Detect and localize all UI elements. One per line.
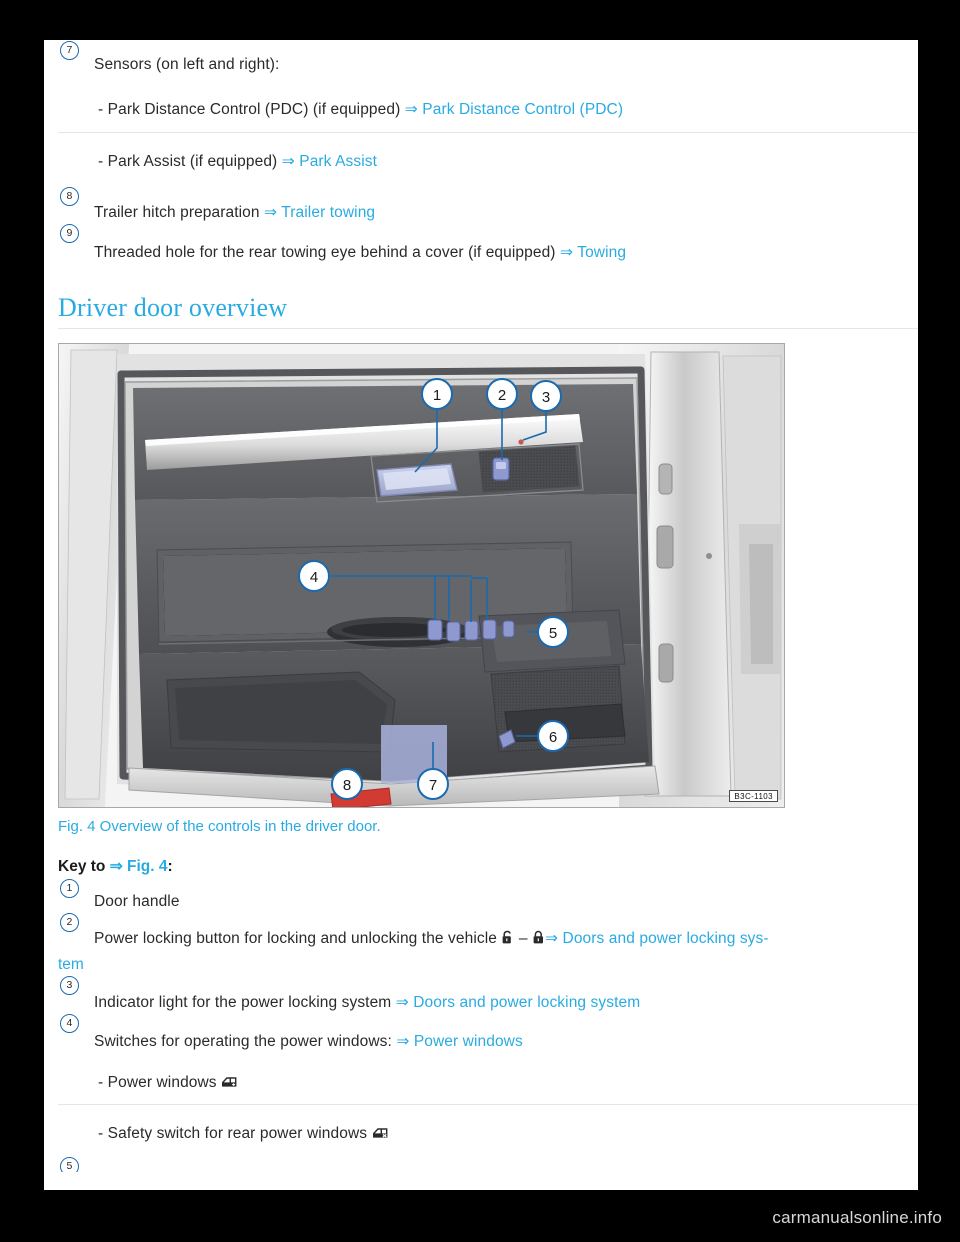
callout-badge-5: 5 bbox=[60, 1157, 79, 1172]
link-doors-power-locking-system-3[interactable]: Doors and power locking system bbox=[413, 994, 640, 1011]
link-park-distance-control[interactable]: Park Distance Control (PDC) bbox=[422, 101, 623, 118]
list-item-9: 9 Threaded hole for the rear towing eye … bbox=[58, 223, 918, 263]
sub-item-power-windows-label: - Power windows bbox=[98, 1074, 217, 1091]
callout-badge-7: 7 bbox=[60, 41, 79, 60]
figure-caption: Fig. 4 Overview of the controls in the d… bbox=[58, 818, 381, 835]
list-item-9-label: Threaded hole for the rear towing eye be… bbox=[94, 244, 556, 261]
key-item-1-label: Door handle bbox=[94, 893, 180, 910]
power-window-icon bbox=[221, 1074, 238, 1089]
sub-item-pdc: - Park Distance Control (PDC) (if equipp… bbox=[58, 75, 918, 132]
arrow-icon: ⇒ bbox=[395, 994, 409, 1011]
key-item-2: 2 Power locking button for locking and u… bbox=[58, 912, 918, 949]
sub-item-park-assist-label: - Park Assist (if equipped) bbox=[98, 153, 278, 170]
link-towing[interactable]: Towing bbox=[577, 244, 626, 261]
arrow-icon: ⇒ bbox=[396, 1033, 410, 1050]
key-to-heading: Key to ⇒ Fig. 4: bbox=[58, 839, 918, 878]
link-power-windows[interactable]: Power windows bbox=[414, 1033, 523, 1050]
key-item-3: 3 Indicator light for the power locking … bbox=[58, 975, 918, 1013]
watermark: carmanualsonline.info bbox=[772, 1208, 942, 1227]
link-fig-4[interactable]: Fig. 4 bbox=[127, 858, 167, 875]
arrow-icon: ⇒ bbox=[281, 153, 295, 170]
page-content: 7 Sensors (on left and right): - Park Di… bbox=[58, 40, 918, 1172]
key-item-3-label: Indicator light for the power locking sy… bbox=[94, 994, 392, 1011]
key-item-4: 4 Switches for operating the power windo… bbox=[58, 1013, 918, 1052]
key-item-5-cutoff: 5 bbox=[58, 1156, 918, 1172]
sub-item-park-assist: - Park Assist (if equipped) ⇒ Park Assis… bbox=[58, 133, 918, 186]
key-item-4-label: Switches for operating the power windows… bbox=[94, 1033, 392, 1050]
key-item-2-continuation: tem bbox=[58, 949, 918, 975]
list-item-7-label: Sensors (on left and right): bbox=[94, 56, 280, 73]
callout-badge-9: 9 bbox=[60, 224, 79, 243]
driver-door-illustration: 1 2 3 4 5 6 7 8 B3C-1103 bbox=[58, 343, 785, 808]
arrow-icon: ⇒ bbox=[404, 101, 418, 118]
key-item-2-label: Power locking button for locking and unl… bbox=[94, 930, 498, 947]
sub-item-safety-switch: - Safety switch for rear power windows bbox=[58, 1105, 918, 1156]
callout-badge-2: 2 bbox=[60, 913, 79, 932]
lock-open-icon bbox=[501, 930, 514, 945]
key-item-1: 1 Door handle bbox=[58, 878, 918, 912]
svg-text:3: 3 bbox=[542, 389, 550, 406]
callout-badge-1: 1 bbox=[60, 879, 79, 898]
arrow-icon: ⇒ bbox=[264, 204, 278, 221]
list-item-8-label: Trailer hitch preparation bbox=[94, 204, 260, 221]
svg-text:1: 1 bbox=[433, 387, 441, 404]
sub-item-safety-switch-label: - Safety switch for rear power windows bbox=[98, 1125, 368, 1142]
link-doors-power-locking-system-cont[interactable]: tem bbox=[58, 956, 84, 973]
link-doors-power-locking-system[interactable]: Doors and power locking sys- bbox=[563, 930, 769, 947]
sub-item-power-windows: - Power windows bbox=[58, 1052, 918, 1104]
sub-item-pdc-label: - Park Distance Control (PDC) (if equipp… bbox=[98, 101, 401, 118]
list-item-7: 7 Sensors (on left and right): bbox=[58, 40, 918, 75]
section-header: Driver door overview bbox=[58, 263, 918, 329]
svg-text:5: 5 bbox=[549, 625, 557, 642]
list-item-8: 8 Trailer hitch preparation ⇒ Trailer to… bbox=[58, 186, 918, 223]
door-diagram-svg: 1 2 3 4 5 6 7 8 bbox=[59, 344, 784, 807]
callout-badge-8: 8 bbox=[60, 187, 79, 206]
page-title: Driver door overview bbox=[58, 293, 288, 322]
callout-badge-4: 4 bbox=[60, 1014, 79, 1033]
lock-closed-icon bbox=[532, 930, 545, 945]
svg-text:8: 8 bbox=[343, 777, 351, 794]
arrow-icon: ⇒ bbox=[109, 858, 123, 875]
svg-text:6: 6 bbox=[549, 729, 557, 746]
dash-separator: – bbox=[518, 930, 528, 947]
link-trailer-towing[interactable]: Trailer towing bbox=[281, 204, 375, 221]
key-to-prefix: Key to bbox=[58, 858, 106, 875]
arrow-icon: ⇒ bbox=[545, 930, 559, 947]
key-to-colon: : bbox=[167, 858, 173, 875]
title-divider bbox=[58, 328, 918, 329]
figure-id-label: B3C-1103 bbox=[729, 790, 778, 802]
manual-page: 7 Sensors (on left and right): - Park Di… bbox=[44, 40, 918, 1190]
arrow-icon: ⇒ bbox=[559, 244, 574, 261]
svg-text:7: 7 bbox=[429, 777, 437, 794]
link-park-assist[interactable]: Park Assist bbox=[299, 153, 377, 170]
svg-text:2: 2 bbox=[498, 387, 506, 404]
power-window-safety-icon bbox=[372, 1125, 389, 1140]
svg-text:4: 4 bbox=[310, 569, 318, 586]
callout-badge-3: 3 bbox=[60, 976, 79, 995]
